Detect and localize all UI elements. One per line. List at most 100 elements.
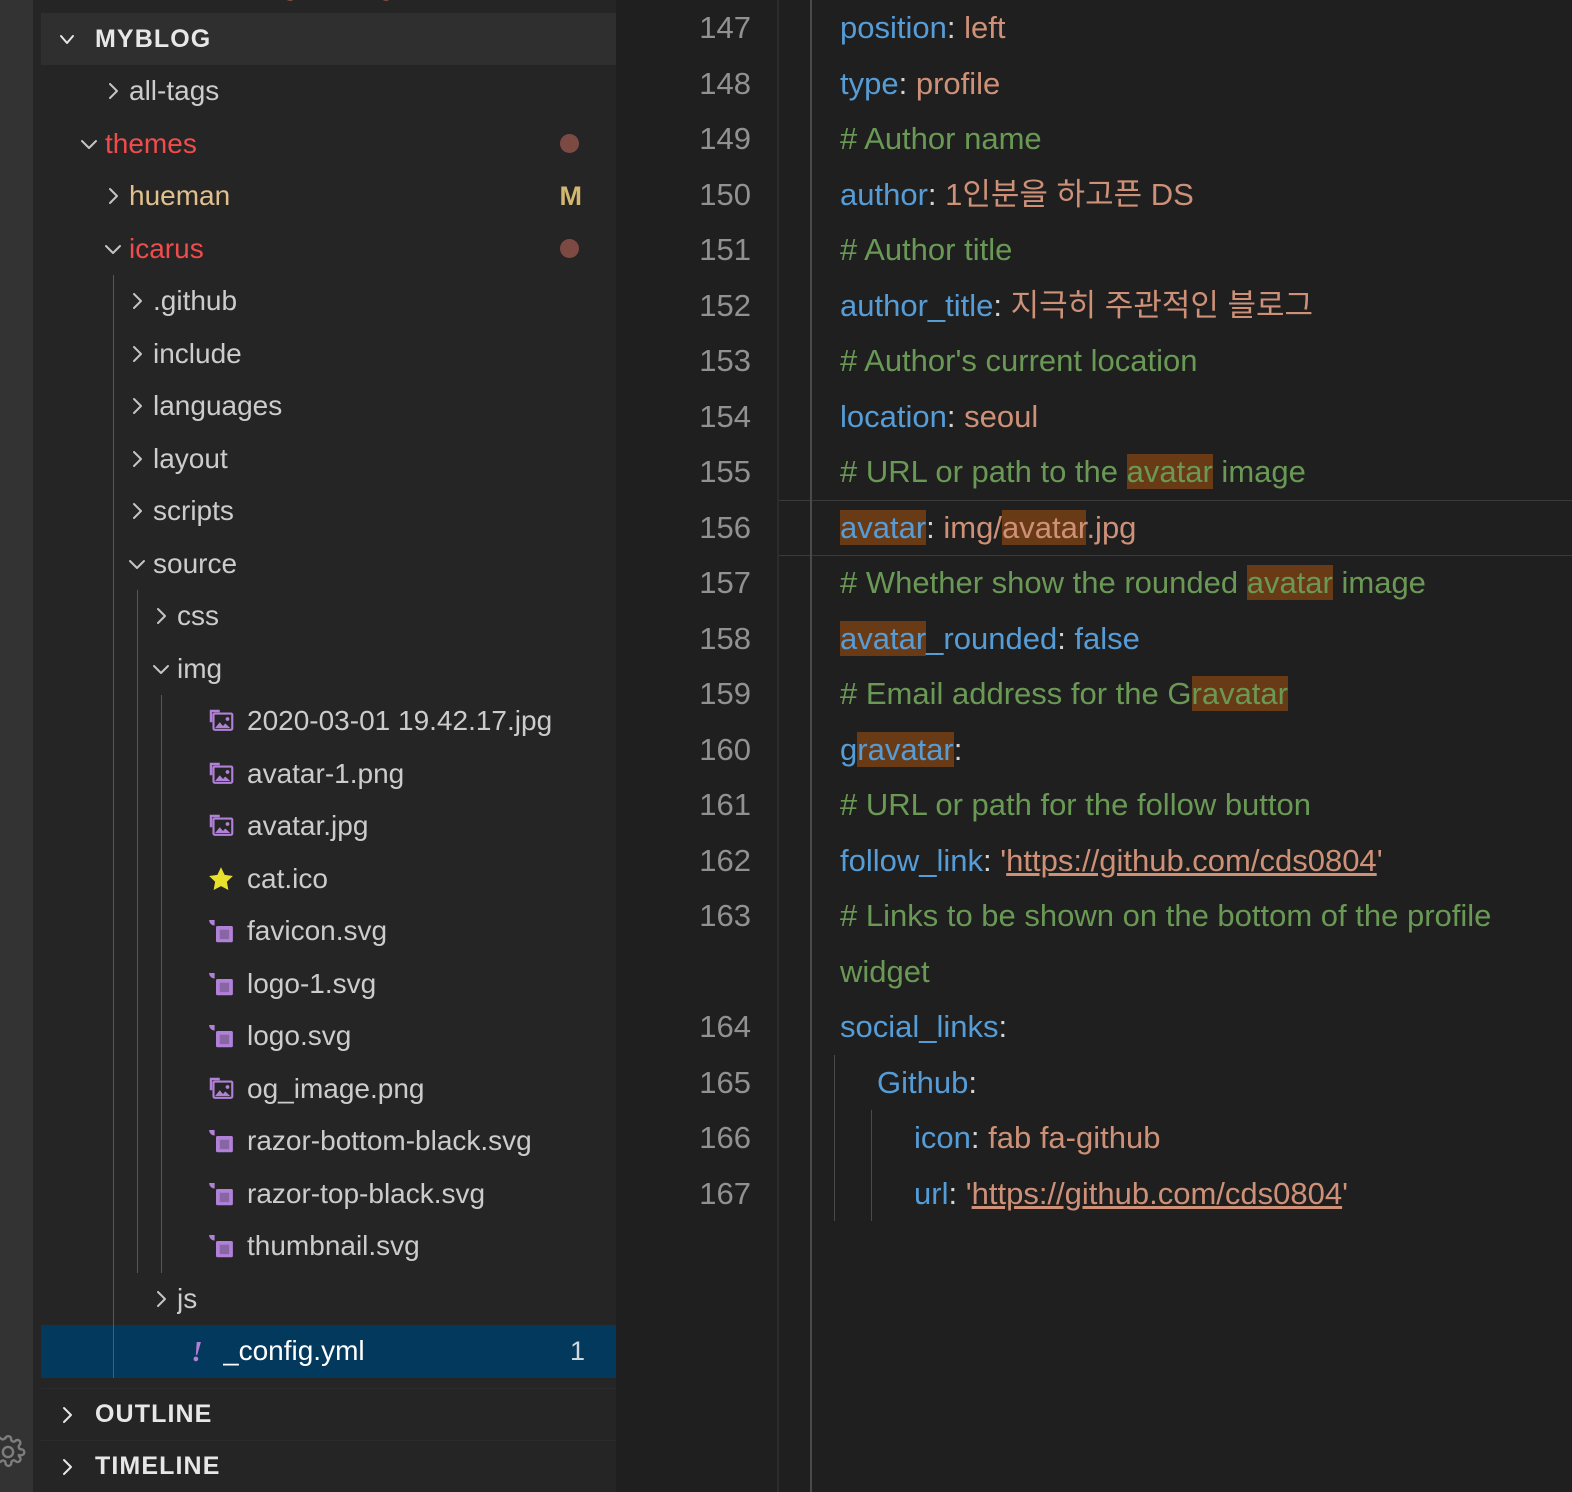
code-line[interactable]: 161 # URL or path for the follow button [616, 777, 1572, 833]
chevron-down-icon[interactable] [73, 132, 105, 156]
code-lines-container: 147 position: left 148 type: profile 149 # Au… [616, 0, 1572, 1492]
tree-file-row[interactable]: cat.ico [41, 853, 616, 906]
code-token-punc: : [1057, 620, 1075, 656]
chevron-down-icon [55, 27, 79, 51]
sidebar-section-outline[interactable]: OUTLINE [41, 1388, 616, 1440]
code-token-com: # Author name [840, 121, 1042, 156]
chevron-down-icon[interactable] [121, 552, 153, 576]
tree-indent-guide [161, 695, 162, 1273]
chevron-right-icon[interactable] [121, 289, 153, 313]
code-line[interactable]: 163 # Links to be shown on the bottom of … [616, 888, 1572, 999]
yaml-file-icon: ! [177, 1336, 217, 1366]
tree-file-row[interactable]: avatar-1.png [41, 748, 616, 801]
tree-folder-row[interactable]: layout [41, 433, 616, 486]
chevron-right-icon[interactable] [121, 394, 153, 418]
tree-folder-row[interactable]: img [41, 643, 616, 696]
code-line[interactable]: 152 author_title: 지극히 주관적인 블로그 [616, 278, 1572, 334]
code-line[interactable]: 159 # Email address for the Gravatar [616, 666, 1572, 722]
tree-file-row[interactable]: ! _config.yml 1 [41, 1325, 616, 1378]
code-line[interactable]: 166 icon: fab fa-github [616, 1110, 1572, 1166]
code-token-link: https://github.com/cds0804 [971, 1175, 1343, 1211]
code-line[interactable]: 156 avatar: img/avatar.jpg [616, 500, 1572, 556]
code-token-punc: : [968, 1064, 977, 1100]
tree-file-row[interactable]: razor-top-black.svg [41, 1168, 616, 1221]
code-token-link: https://github.com/cds0804 [1006, 842, 1377, 878]
code-line[interactable]: 157 # Whether show the rounded avatar ima… [616, 555, 1572, 611]
sidebar-section-timeline[interactable]: TIMELINE [41, 1440, 616, 1492]
chevron-right-icon[interactable] [145, 604, 177, 628]
code-token-key: social_links [840, 1009, 999, 1044]
tree-folder-row[interactable]: all-tags [41, 65, 616, 118]
tree-folder-row[interactable]: js [41, 1273, 616, 1326]
tree-folder-row[interactable]: languages [41, 380, 616, 433]
code-line[interactable]: 153 # Author's current location [616, 333, 1572, 389]
tree-file-row[interactable]: og_image.png [41, 1063, 616, 1116]
tree-folder-row[interactable]: source [41, 538, 616, 591]
code-line[interactable]: 165 Github: [616, 1054, 1572, 1110]
code-line-content: # URL or path to the avatar image [777, 444, 1572, 500]
tree-folder-row[interactable]: icarus [41, 223, 616, 276]
chevron-right-icon[interactable] [97, 79, 129, 103]
code-token-com: image [1212, 454, 1306, 489]
explorer-section-header-myblog[interactable]: MYBLOG [41, 13, 616, 65]
code-line[interactable]: 155 # URL or path to the avatar image [616, 444, 1572, 500]
tree-file-row[interactable]: thumbnail.svg [41, 1220, 616, 1273]
tree-folder-row[interactable]: themes [41, 118, 616, 171]
tree-folder-row[interactable]: .github [41, 275, 616, 328]
tree-item-label: scripts [153, 495, 234, 527]
chevron-right-icon[interactable] [121, 447, 153, 471]
tree-file-row[interactable]: 2020-03-01 19.42.17.jpg [41, 695, 616, 748]
svg-file-icon [201, 1179, 241, 1209]
tree-folder-row[interactable]: scripts [41, 485, 616, 538]
code-line[interactable]: 164 social_links: [616, 999, 1572, 1055]
tree-file-row[interactable]: favicon.svg [41, 905, 616, 958]
tree-folder-row[interactable]: include [41, 328, 616, 381]
code-line[interactable]: 147 position: left [616, 0, 1572, 56]
tree-file-row[interactable]: avatar.jpg [41, 800, 616, 853]
tree-item-label: .github [153, 285, 238, 317]
code-line[interactable]: 151 # Author title [616, 222, 1572, 278]
decoration-divider [810, 0, 812, 1492]
image-file-icon [201, 811, 241, 841]
code-line[interactable]: 167 url: 'https://github.com/cds0804' [616, 1165, 1572, 1221]
code-line[interactable]: 154 location: seoul [616, 389, 1572, 445]
code-token-str: left [964, 10, 1006, 45]
code-line[interactable]: 150 author: 1인분을 하고픈 DS [616, 167, 1572, 223]
chevron-down-icon[interactable] [145, 657, 177, 681]
gear-icon[interactable] [0, 1434, 26, 1470]
tree-folder-row[interactable]: css [41, 590, 616, 643]
line-number: 165 [699, 1064, 751, 1100]
chevron-down-icon[interactable] [97, 237, 129, 261]
image-file-icon [201, 706, 241, 736]
line-number: 155 [699, 454, 751, 489]
line-number: 163 [699, 898, 751, 933]
code-token-com: # URL or path for the follow button [840, 787, 1312, 822]
tree-item-label: all-tags [129, 75, 220, 107]
scrolled-row-fragment[interactable]: icarus-blog-config 3 [33, 0, 616, 13]
code-line-content: author: 1인분을 하고픈 DS [777, 167, 1572, 223]
search-match-highlight: ravatar [857, 731, 954, 767]
code-token-key: follow_link [840, 842, 984, 878]
explorer-tree-scroll[interactable]: icarus-blog-config 3 MYBLOG all-tags them… [33, 0, 616, 1400]
code-token-punc: : [970, 1120, 989, 1155]
tree-file-row[interactable]: logo-1.svg [41, 958, 616, 1011]
tree-file-row[interactable]: logo.svg [41, 1010, 616, 1063]
chevron-right-icon[interactable] [121, 499, 153, 523]
tree-folder-row[interactable]: hueman M [41, 170, 616, 223]
chevron-right-icon[interactable] [121, 342, 153, 366]
code-line[interactable]: 158 avatar_rounded: false [616, 611, 1572, 667]
code-token-key: author_title [840, 287, 994, 323]
code-editor[interactable]: 147 position: left 148 type: profile 149 # Au… [616, 0, 1572, 1492]
folder-change-dot-icon [560, 134, 579, 154]
code-line-content: # Links to be shown on the bottom of the… [777, 888, 1572, 999]
code-line[interactable]: 149 # Author name [616, 111, 1572, 167]
line-number: 159 [699, 676, 751, 711]
chevron-right-icon[interactable] [97, 184, 129, 208]
tree-file-row[interactable]: razor-bottom-black.svg [41, 1115, 616, 1168]
code-line[interactable]: 148 type: profile [616, 56, 1572, 112]
sidebar-section-label: OUTLINE [95, 1400, 213, 1428]
chevron-right-icon[interactable] [145, 1287, 177, 1311]
code-line[interactable]: 162 follow_link: 'https://github.com/cds0… [616, 833, 1572, 889]
code-line[interactable]: 160 gravatar: [616, 722, 1572, 778]
code-token-str: 1인분을 하고픈 DS [945, 176, 1194, 212]
